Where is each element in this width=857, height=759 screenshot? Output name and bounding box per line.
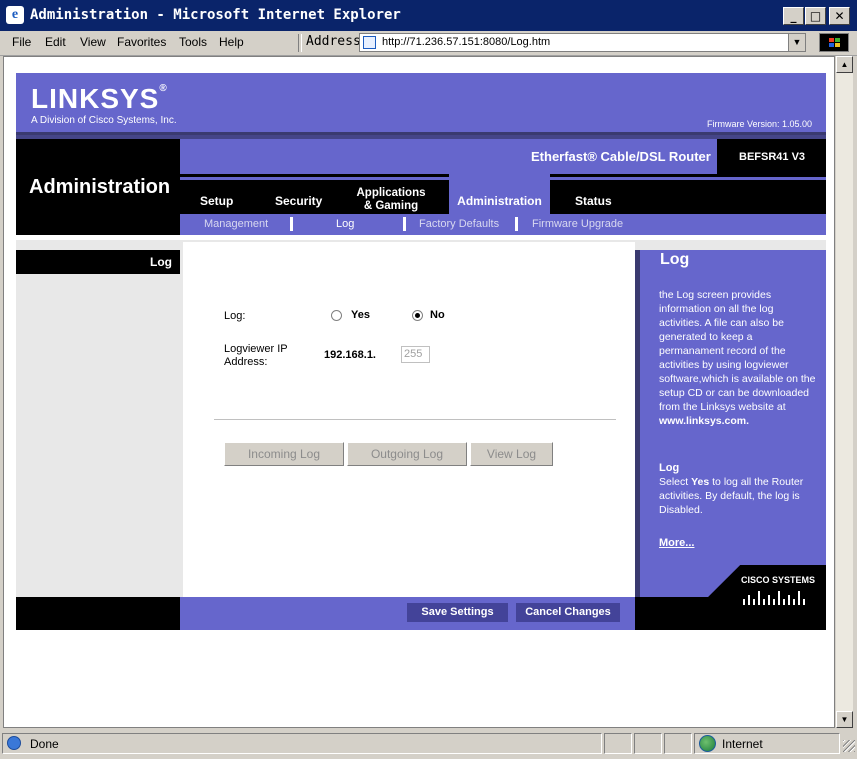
- close-button[interactable]: ✕: [829, 7, 850, 25]
- subtab-separator: [290, 217, 293, 231]
- status-panel: [604, 733, 632, 754]
- ie-logo-icon: e: [6, 6, 24, 24]
- view-log-button[interactable]: View Log: [470, 442, 553, 466]
- address-label: Address: [306, 34, 361, 49]
- incoming-log-button[interactable]: Incoming Log: [224, 442, 344, 466]
- help-panel-edge: [635, 250, 640, 597]
- tab-status[interactable]: Status: [575, 194, 612, 208]
- save-settings-button[interactable]: Save Settings: [407, 603, 508, 622]
- resize-grip-icon[interactable]: [843, 740, 855, 752]
- side-label: Log: [150, 255, 172, 269]
- internet-globe-icon: [699, 735, 716, 752]
- subtab-row: [180, 214, 826, 235]
- status-panel: [664, 733, 692, 754]
- vertical-scrollbar[interactable]: ▲ ▼: [835, 56, 853, 728]
- left-column: [16, 240, 180, 597]
- product-name: Etherfast® Cable/DSL Router: [531, 149, 711, 164]
- windows-logo-icon: [819, 33, 849, 52]
- subtab-left-block: [16, 214, 180, 235]
- menu-edit[interactable]: Edit: [45, 35, 66, 49]
- subtab-factory-defaults[interactable]: Factory Defaults: [419, 218, 499, 230]
- scroll-up-icon[interactable]: ▲: [836, 56, 853, 73]
- tab-applications-gaming[interactable]: Applications & Gaming: [351, 187, 431, 213]
- window-title: Administration - Microsoft Internet Expl…: [30, 7, 401, 23]
- division-text: A Division of Cisco Systems, Inc.: [31, 115, 177, 126]
- address-dropdown-icon[interactable]: ▼: [788, 34, 805, 51]
- scroll-down-icon[interactable]: ▼: [836, 711, 853, 728]
- help-subtitle: Log: [659, 462, 680, 474]
- address-url[interactable]: http://71.236.57.151:8080/Log.htm: [382, 36, 550, 48]
- menu-view[interactable]: View: [80, 35, 106, 49]
- maximize-button[interactable]: □: [805, 7, 826, 25]
- help-more-link[interactable]: More...: [659, 536, 694, 550]
- tab-row-line: [180, 177, 449, 180]
- page-viewport: LINKSYS® A Division of Cisco Systems, In…: [3, 56, 835, 728]
- form-divider: [214, 419, 616, 420]
- page-icon: [363, 36, 376, 49]
- tab-security[interactable]: Security: [275, 194, 322, 208]
- status-bar: Done Internet: [0, 730, 857, 759]
- log-label: Log:: [224, 310, 246, 322]
- menu-help[interactable]: Help: [219, 35, 244, 49]
- outgoing-log-button[interactable]: Outgoing Log: [347, 442, 467, 466]
- log-no-radio[interactable]: [412, 310, 423, 321]
- subtab-separator: [515, 217, 518, 231]
- ip-prefix: 192.168.1.: [324, 349, 376, 361]
- subtab-management[interactable]: Management: [204, 218, 268, 230]
- firmware-version: Firmware Version: 1.05.00: [707, 119, 813, 129]
- menu-favorites[interactable]: Favorites: [117, 35, 166, 49]
- log-yes-label: Yes: [351, 309, 370, 321]
- help-title: Log: [660, 251, 690, 268]
- status-zone-panel: Internet: [694, 733, 840, 754]
- status-panel: [634, 733, 662, 754]
- title-bar: e Administration - Microsoft Internet Ex…: [0, 0, 857, 31]
- model-name: BEFSR41 V3: [739, 151, 806, 163]
- menu-file[interactable]: File: [12, 35, 31, 49]
- cisco-bridge-icon: [743, 591, 805, 605]
- log-yes-radio[interactable]: [331, 310, 342, 321]
- page-done-icon: [7, 736, 21, 750]
- zone-text: Internet: [722, 737, 763, 751]
- cancel-changes-button[interactable]: Cancel Changes: [516, 603, 620, 622]
- tab-row-line-right: [550, 177, 826, 180]
- subtab-log[interactable]: Log: [336, 218, 354, 230]
- cisco-logo-text: CISCO SYSTEMS: [741, 575, 816, 585]
- help-site: www.linksys.com.: [659, 415, 750, 427]
- tab-setup[interactable]: Setup: [200, 194, 233, 208]
- menu-bar: File Edit View Favorites Tools Help Addr…: [0, 31, 857, 56]
- log-no-label: No: [430, 309, 445, 321]
- status-panel-main: Done: [2, 733, 602, 754]
- help-sub-body: Select Yes to log all the Router activit…: [659, 476, 804, 516]
- help-body: the Log screen provides information on a…: [659, 289, 816, 427]
- minimize-button[interactable]: _: [783, 7, 804, 25]
- address-field[interactable]: http://71.236.57.151:8080/Log.htm ▼: [359, 33, 806, 52]
- linksys-logo: LINKSYS®: [31, 83, 168, 114]
- ip-last-octet-field[interactable]: 255: [401, 346, 430, 363]
- ip-label: Logviewer IP Address:: [224, 343, 288, 368]
- footer-left: [16, 597, 180, 630]
- toolbar-divider: [298, 34, 302, 52]
- tab-administration[interactable]: Administration: [449, 194, 550, 208]
- section-title: Administration: [29, 176, 171, 198]
- status-text: Done: [30, 737, 59, 751]
- menu-tools[interactable]: Tools: [179, 35, 207, 49]
- subtab-separator: [403, 217, 406, 231]
- subtab-firmware-upgrade[interactable]: Firmware Upgrade: [532, 218, 623, 230]
